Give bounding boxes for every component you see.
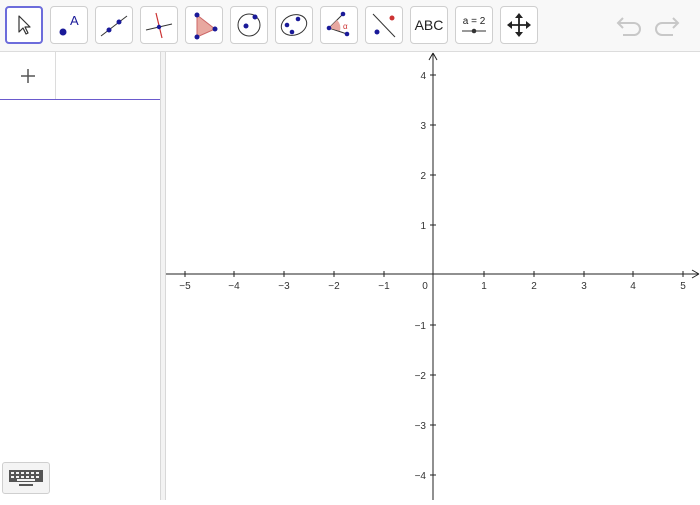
polygon-icon — [194, 12, 218, 40]
algebra-input-row — [0, 52, 160, 100]
move-arrows-icon — [507, 13, 531, 37]
point-tool-button[interactable]: A — [50, 6, 88, 44]
plus-icon — [20, 68, 35, 83]
text-tool-button[interactable]: ABC — [410, 6, 448, 44]
angle-tool-button[interactable]: α — [320, 6, 358, 44]
y-tick-label: 2 — [420, 171, 426, 182]
x-tick-label: −5 — [179, 281, 191, 292]
x-tick-label: −4 — [228, 281, 240, 292]
ellipse-tool-button[interactable] — [275, 6, 313, 44]
polygon-tool-button[interactable] — [185, 6, 223, 44]
y-tick-label: 1 — [420, 221, 426, 232]
reflect-about-line-icon — [372, 13, 396, 38]
x-tick-label: 1 — [481, 281, 487, 292]
x-tick-label: 3 — [581, 281, 587, 292]
arrow-pointer-icon — [18, 15, 31, 35]
reflect-tool-button[interactable] — [365, 6, 403, 44]
move-tool-button[interactable] — [5, 6, 43, 44]
x-tick-label: −3 — [278, 281, 290, 292]
y-tick-label: 4 — [420, 71, 426, 82]
algebra-input-field[interactable] — [57, 52, 160, 99]
point-with-label-icon: A — [59, 13, 79, 36]
line-through-two-points-icon — [100, 15, 128, 37]
redo-button[interactable] — [652, 10, 682, 45]
angle-icon: α — [326, 11, 350, 37]
perpendicular-line-icon — [145, 12, 173, 39]
keyboard-icon — [9, 470, 43, 486]
coordinate-plane[interactable]: −5 −4 −3 −2 −1 0 1 2 3 4 5 4 3 2 1 −1 −2… — [166, 52, 700, 500]
undo-icon — [616, 17, 641, 36]
x-tick-label: 5 — [680, 281, 686, 292]
redo-icon — [655, 17, 680, 36]
ellipse-icon — [280, 14, 308, 36]
y-tick-label: −3 — [415, 421, 427, 432]
x-tick-label: 2 — [531, 281, 537, 292]
add-item-button[interactable] — [0, 52, 56, 99]
slider-icon — [462, 28, 486, 33]
circle-with-center-icon — [237, 13, 261, 37]
virtual-keyboard-button[interactable] — [2, 462, 50, 494]
origin-label: 0 — [422, 281, 428, 292]
algebra-view — [0, 52, 160, 500]
line-tool-button[interactable] — [95, 6, 133, 44]
slider-tool-button[interactable]: a = 2 — [455, 6, 493, 44]
x-tick-label: −1 — [378, 281, 390, 292]
svg-text:α: α — [343, 22, 348, 31]
x-tick-label: 4 — [630, 281, 636, 292]
y-tick-label: 3 — [420, 121, 426, 132]
graphics-view[interactable]: −5 −4 −3 −2 −1 0 1 2 3 4 5 4 3 2 1 −1 −2… — [166, 52, 700, 500]
x-tick-label: −2 — [328, 281, 340, 292]
slider-tool-label: a = 2 — [462, 15, 486, 27]
svg-text:A: A — [70, 13, 79, 28]
y-tick-label: −2 — [415, 371, 427, 382]
y-tick-label: −4 — [415, 471, 427, 482]
circle-tool-button[interactable] — [230, 6, 268, 44]
y-tick-label: −1 — [415, 321, 427, 332]
move-graphics-view-tool-button[interactable] — [500, 6, 538, 44]
toolbar: A α ABC a = 2 — [0, 0, 700, 52]
text-tool-label: ABC — [414, 17, 444, 33]
undo-button[interactable] — [614, 10, 644, 45]
perpendicular-line-tool-button[interactable] — [140, 6, 178, 44]
